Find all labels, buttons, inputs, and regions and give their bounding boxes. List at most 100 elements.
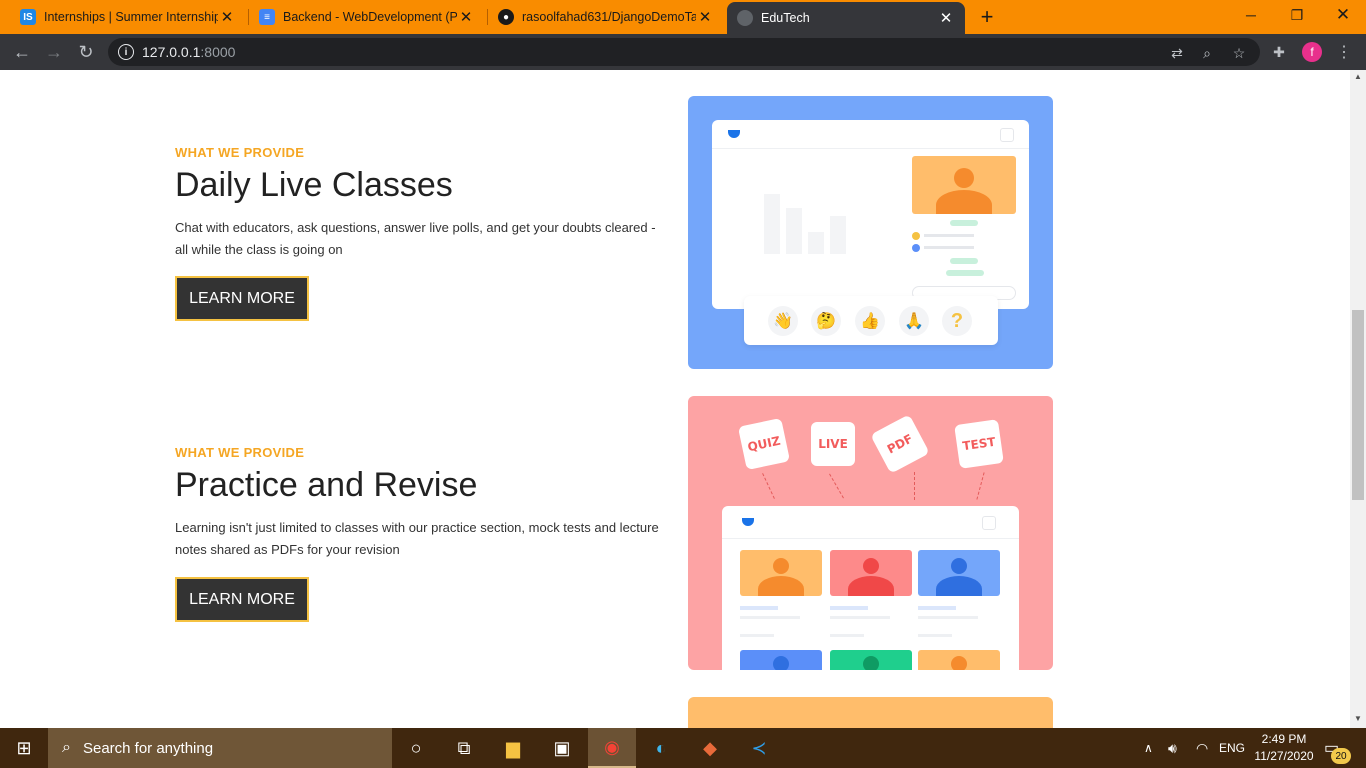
question-mark-icon: ?: [942, 306, 972, 336]
page-scrollbar[interactable]: ▲ ▼: [1350, 70, 1366, 728]
chat-line: [946, 270, 984, 276]
text-line: [918, 606, 956, 610]
browser-menu-icon[interactable]: ⋮: [1336, 40, 1352, 64]
github-icon: ●: [498, 9, 514, 25]
git-icon[interactable]: ◆: [686, 728, 734, 768]
wifi-icon[interactable]: ◠: [1196, 728, 1208, 768]
tab-github[interactable]: ● rasoolfahad631/DjangoDemoTas ✕: [488, 0, 724, 34]
close-window-button[interactable]: ✕: [1320, 0, 1366, 30]
system-clock[interactable]: 2:49 PM 11/27/2020: [1248, 731, 1320, 765]
translate-icon[interactable]: ⇄: [1168, 44, 1186, 62]
chart-bar: [830, 216, 846, 254]
test-sticker: TEST: [954, 419, 1004, 469]
extensions-icon[interactable]: ✚: [1270, 43, 1288, 61]
clock-time: 2:49 PM: [1261, 732, 1307, 746]
text-line: [918, 634, 952, 637]
close-tab-icon[interactable]: ✕: [696, 8, 714, 26]
edge-icon[interactable]: ◐: [637, 728, 685, 768]
vscode-icon[interactable]: ≺: [735, 728, 783, 768]
feature-practice-revise: WHAT WE PROVIDE Practice and Revise Lear…: [175, 445, 665, 561]
thumbs-up-emoji-icon: 👍: [855, 306, 885, 336]
back-button[interactable]: ←: [10, 40, 34, 64]
tab-internships[interactable]: IS Internships | Summer Internship ✕: [10, 0, 246, 34]
scrollbar-thumb[interactable]: [1352, 310, 1364, 500]
dashed-path: [976, 472, 985, 500]
student-avatar: [918, 550, 1000, 596]
text-line: [918, 616, 978, 619]
reaction-bar: 👋 🤔 👍 🙏 ?: [744, 296, 998, 345]
internshala-icon: IS: [20, 9, 36, 25]
web-page: WHAT WE PROVIDE Daily Live Classes Chat …: [0, 70, 1350, 728]
show-hidden-icons[interactable]: ∧: [1144, 728, 1153, 768]
student-avatar: [740, 550, 822, 596]
logo-icon: [728, 130, 740, 138]
text-line: [740, 616, 800, 619]
thinking-emoji-icon: 🤔: [811, 306, 841, 336]
tab-title: rasoolfahad631/DjangoDemoTas: [522, 10, 696, 24]
window-icon: [1000, 128, 1014, 142]
scroll-down-icon[interactable]: ▼: [1354, 714, 1362, 723]
close-tab-icon[interactable]: ✕: [218, 8, 236, 26]
bookmark-star-icon[interactable]: ☆: [1230, 44, 1248, 62]
dashed-path: [914, 472, 915, 500]
info-icon[interactable]: i: [118, 44, 134, 60]
practice-revise-illustration: QUIZ LIVE PDF TEST: [688, 396, 1053, 670]
globe-icon: [737, 10, 753, 26]
task-view-icon[interactable]: ⧉: [440, 728, 488, 768]
text-line: [830, 634, 864, 637]
search-placeholder: Search for anything: [82, 739, 214, 757]
clock-date: 11/27/2020: [1254, 749, 1314, 763]
feature-eyebrow: WHAT WE PROVIDE: [175, 445, 305, 460]
text-line: [830, 606, 868, 610]
file-explorer-icon[interactable]: ▆: [489, 728, 537, 768]
scroll-up-icon[interactable]: ▲: [1354, 72, 1362, 81]
dashed-path: [829, 473, 844, 499]
cortana-icon[interactable]: ○: [392, 728, 440, 768]
text-line: [830, 616, 890, 619]
divider: [722, 538, 1019, 539]
windows-start-icon[interactable]: ⊞: [0, 728, 48, 768]
divider: [712, 148, 1029, 149]
browser-tab-strip: IS Internships | Summer Internship ✕ ≡ B…: [0, 0, 1366, 34]
close-tab-icon[interactable]: ✕: [937, 9, 955, 27]
chat-line: [924, 234, 974, 237]
notification-count-badge: 20: [1331, 748, 1351, 764]
taskbar-search-box[interactable]: ⌕ Search for anything: [48, 728, 392, 768]
tab-title: EduTech: [761, 11, 810, 25]
chart-bar: [786, 208, 802, 254]
profile-avatar[interactable]: f: [1302, 42, 1322, 62]
address-bar[interactable]: i 127.0.0.1:8000 ⇄ ⌕ ☆: [108, 38, 1260, 66]
feature-eyebrow: WHAT WE PROVIDE: [175, 145, 305, 160]
chat-line: [924, 246, 974, 249]
learn-more-button[interactable]: LEARN MORE: [175, 577, 309, 622]
tab-edutech[interactable]: EduTech ✕: [727, 2, 965, 34]
text-line: [740, 634, 774, 637]
wave-emoji-icon: 👋: [768, 306, 798, 336]
terminal-icon[interactable]: ▣: [538, 728, 586, 768]
educator-avatar: [912, 156, 1016, 214]
new-tab-button[interactable]: +: [976, 4, 998, 30]
forward-button[interactable]: →: [42, 40, 66, 64]
minimize-button[interactable]: ─: [1228, 0, 1274, 30]
learn-more-button[interactable]: LEARN MORE: [175, 276, 309, 321]
student-avatar: [830, 550, 912, 596]
pdf-sticker: PDF: [870, 414, 930, 474]
feature-live-classes: WHAT WE PROVIDE Daily Live Classes Chat …: [175, 145, 665, 261]
close-tab-icon[interactable]: ✕: [457, 8, 475, 26]
student-avatar: [918, 650, 1000, 670]
student-avatar: [830, 650, 912, 670]
chart-bar: [764, 194, 780, 254]
live-classes-illustration: 👋 🤔 👍 🙏 ?: [688, 96, 1053, 369]
volume-icon[interactable]: 🔊︎: [1168, 728, 1177, 768]
chrome-icon[interactable]: ◉: [588, 728, 636, 768]
restore-button[interactable]: ❐: [1274, 0, 1320, 30]
reload-button[interactable]: ↻: [74, 40, 98, 64]
dashed-path: [762, 473, 775, 499]
zoom-icon[interactable]: ⌕: [1198, 44, 1216, 62]
tab-backend-doc[interactable]: ≡ Backend - WebDevelopment (Pyt ✕: [249, 0, 485, 34]
next-feature-illustration: [688, 697, 1053, 728]
window-icon: [982, 516, 996, 530]
chart-bar: [808, 232, 824, 254]
language-indicator[interactable]: ENG: [1219, 728, 1245, 768]
feature-title: Daily Live Classes: [175, 166, 453, 204]
